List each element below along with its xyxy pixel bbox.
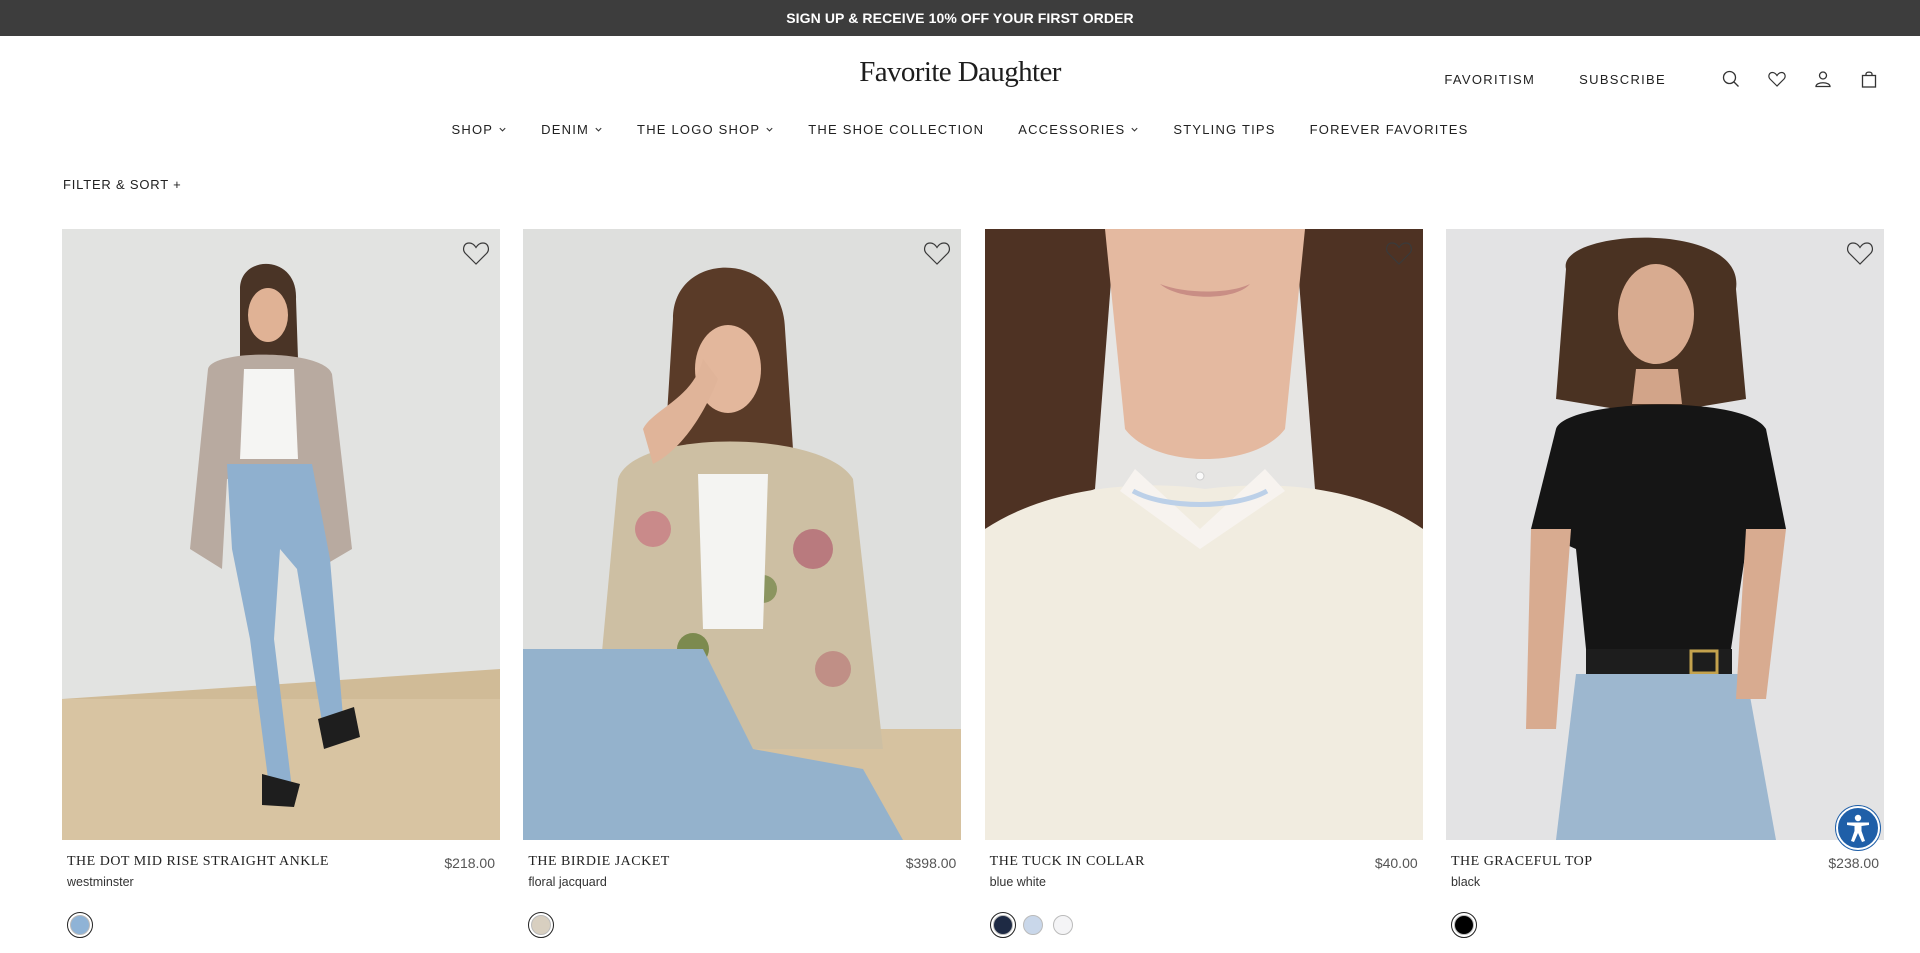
filter-sort-button[interactable]: FILTER & SORT +	[63, 177, 182, 192]
product-card[interactable]: THE GRACEFUL TOP black $238.00	[1445, 229, 1884, 938]
wishlist-heart-icon[interactable]	[460, 237, 492, 269]
color-swatch[interactable]	[67, 912, 93, 938]
nav-forever-favorites[interactable]: FOREVER FAVORITES	[1310, 122, 1469, 137]
product-card[interactable]: THE TUCK IN COLLAR blue white $40.00	[984, 229, 1423, 938]
nav-label: ACCESSORIES	[1018, 122, 1126, 137]
product-image[interactable]	[1445, 229, 1884, 840]
product-info: THE TUCK IN COLLAR blue white $40.00	[985, 840, 1423, 900]
product-image[interactable]	[523, 229, 962, 840]
nav-label: THE SHOE COLLECTION	[808, 122, 985, 137]
color-swatches	[528, 912, 558, 938]
color-swatch[interactable]	[1020, 912, 1046, 938]
subscribe-link[interactable]: SUBSCRIBE	[1579, 72, 1666, 87]
product-info: THE DOT MID RISE STRAIGHT ANKLE westmins…	[62, 840, 500, 900]
site-header: Favorite Daughter FAVORITISM SUBSCRIBE S…	[0, 36, 1920, 146]
nav-label: STYLING TIPS	[1173, 122, 1276, 137]
color-swatch[interactable]	[1450, 912, 1477, 938]
product-price: $218.00	[444, 855, 495, 871]
color-swatches	[67, 912, 97, 938]
chevron-down-icon	[499, 127, 506, 132]
product-name[interactable]: THE GRACEFUL TOP	[1451, 854, 1593, 870]
nav-shoe-collection[interactable]: THE SHOE COLLECTION	[808, 122, 984, 137]
chevron-down-icon	[766, 127, 773, 132]
product-name[interactable]: THE DOT MID RISE STRAIGHT ANKLE	[67, 854, 329, 870]
bag-icon[interactable]	[1858, 68, 1880, 90]
accessibility-icon[interactable]	[1836, 806, 1880, 850]
wishlist-heart-icon[interactable]	[1844, 237, 1876, 269]
product-price: $398.00	[905, 855, 957, 871]
heart-icon[interactable]	[1766, 68, 1788, 90]
product-image[interactable]	[62, 229, 500, 840]
search-icon[interactable]	[1720, 68, 1742, 90]
product-price: $238.00	[1828, 855, 1879, 871]
color-swatches	[1450, 912, 1481, 938]
user-icon[interactable]	[1812, 68, 1834, 90]
product-name[interactable]: THE BIRDIE JACKET	[528, 854, 670, 870]
product-price: $40.00	[1374, 855, 1418, 871]
product-card[interactable]: THE DOT MID RISE STRAIGHT ANKLE westmins…	[62, 229, 500, 938]
nav-styling-tips[interactable]: STYLING TIPS	[1173, 122, 1275, 137]
product-photo-collar-sweater	[984, 229, 1423, 840]
product-info: THE BIRDIE JACKET floral jacquard $398.0…	[523, 840, 961, 900]
color-swatch[interactable]	[989, 912, 1016, 938]
nav-label: FOREVER FAVORITES	[1309, 122, 1469, 137]
product-photo-jeans-blazer	[62, 229, 500, 840]
chevron-down-icon	[595, 127, 602, 132]
product-card[interactable]: THE BIRDIE JACKET floral jacquard $398.0…	[523, 229, 962, 938]
color-swatch[interactable]	[1050, 912, 1076, 938]
product-name[interactable]: THE TUCK IN COLLAR	[990, 854, 1145, 870]
nav-label: THE LOGO SHOP	[637, 122, 761, 137]
utility-nav: FAVORITISM SUBSCRIBE	[1444, 68, 1880, 90]
nav-logo-shop[interactable]: THE LOGO SHOP	[637, 122, 774, 137]
product-color: blue white	[989, 875, 1046, 889]
product-grid: THE DOT MID RISE STRAIGHT ANKLE westmins…	[62, 229, 1884, 938]
wishlist-heart-icon[interactable]	[921, 237, 953, 269]
product-photo-floral-jacket	[523, 229, 962, 840]
nav-label: SHOP	[451, 122, 494, 137]
nav-accessories[interactable]: ACCESSORIES	[1018, 122, 1139, 137]
product-color: westminster	[67, 875, 134, 889]
color-swatch[interactable]	[528, 912, 555, 938]
product-color: floral jacquard	[528, 875, 607, 889]
color-swatches	[989, 912, 1080, 938]
product-color: black	[1450, 875, 1481, 889]
favoritism-link[interactable]: FAVORITISM	[1444, 72, 1535, 87]
product-photo-black-top	[1445, 229, 1884, 840]
main-nav: SHOP DENIM THE LOGO SHOP THE SHOE COLLEC…	[0, 122, 1920, 137]
product-image[interactable]	[984, 229, 1423, 840]
nav-denim[interactable]: DENIM	[541, 122, 603, 137]
nav-shop[interactable]: SHOP	[452, 122, 508, 137]
wishlist-heart-icon[interactable]	[1383, 237, 1415, 269]
nav-label: DENIM	[541, 122, 590, 137]
chevron-down-icon	[1131, 127, 1138, 132]
promo-banner[interactable]: SIGN UP & RECEIVE 10% OFF YOUR FIRST ORD…	[0, 0, 1920, 36]
product-info: THE GRACEFUL TOP black $238.00	[1446, 840, 1884, 900]
promo-text[interactable]: SIGN UP & RECEIVE 10% OFF YOUR FIRST ORD…	[786, 10, 1134, 26]
